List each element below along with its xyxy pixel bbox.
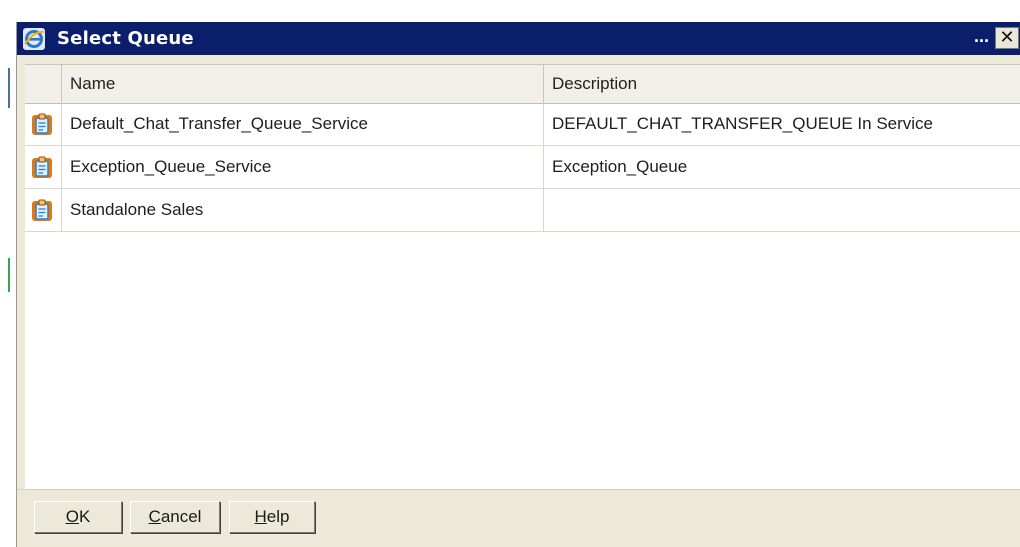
row-description (544, 189, 1020, 231)
queue-icon (32, 113, 52, 135)
row-description: Exception_Queue (552, 157, 688, 176)
queue-icon (32, 156, 52, 178)
column-header-name[interactable]: Name (62, 65, 544, 103)
table-row[interactable]: Exception_Queue_Service Exception_Queue (25, 146, 1020, 189)
help-button[interactable]: Help (229, 501, 315, 533)
internet-explorer-icon (23, 28, 45, 50)
column-header-description[interactable]: Description (544, 65, 1020, 103)
row-icon-cell (25, 103, 62, 145)
cancel-button[interactable]: Cancel (130, 501, 220, 533)
row-icon-cell (25, 189, 62, 231)
dialog-title: Select Queue (57, 28, 194, 49)
row-name: Default_Chat_Transfer_Queue_Service (62, 103, 544, 145)
queue-table: Name Description Default_Chat_Transfer_Q… (25, 64, 1020, 490)
row-name: Exception_Queue_Service (62, 146, 544, 188)
select-queue-dialog: Select Queue ... ✕ Name Description Defa… (16, 22, 1020, 547)
table-header: Name Description (25, 65, 1020, 104)
table-row[interactable]: Standalone Sales (25, 189, 1020, 232)
button-bar: OK Cancel Help (17, 489, 1020, 547)
row-icon-cell (25, 146, 62, 188)
background-edge-line (8, 68, 10, 108)
ok-button[interactable]: OK (34, 501, 122, 533)
background-edge-line (8, 258, 10, 292)
title-menu-icon[interactable]: ... (974, 26, 989, 47)
row-description: DEFAULT_CHAT_TRANSFER_QUEUE In Service (552, 114, 934, 133)
row-name: Standalone Sales (62, 189, 544, 231)
table-row[interactable]: Default_Chat_Transfer_Queue_Service DEFA… (25, 103, 1020, 146)
header-icon-column[interactable] (25, 65, 62, 103)
queue-icon (32, 199, 52, 221)
title-bar[interactable]: Select Queue ... ✕ (17, 22, 1020, 55)
close-button[interactable]: ✕ (995, 27, 1019, 49)
